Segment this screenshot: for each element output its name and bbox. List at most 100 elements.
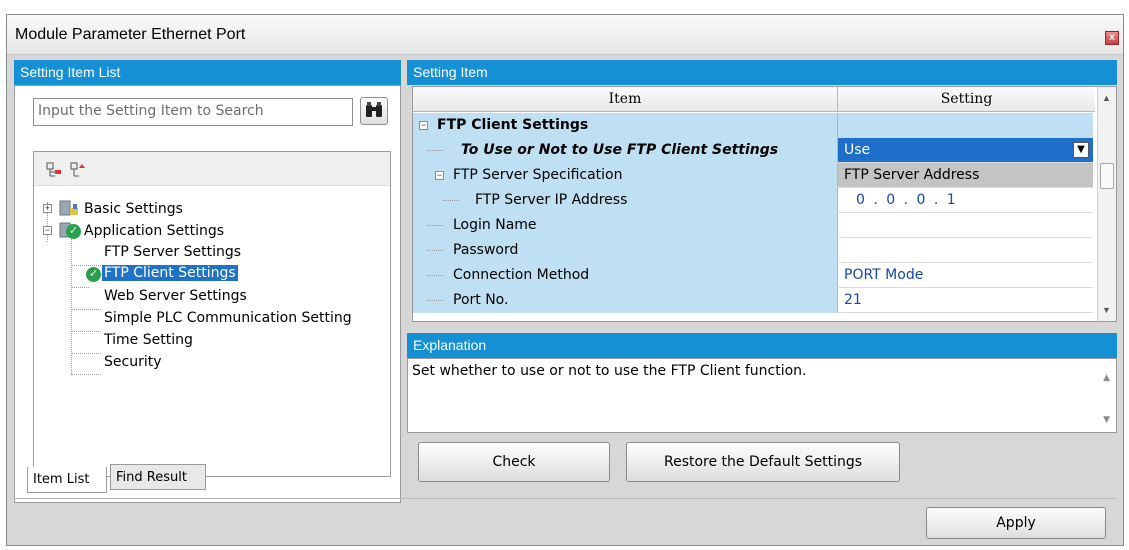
column-header-setting: Setting (837, 87, 1095, 112)
table-row[interactable]: Login Name (413, 213, 1101, 238)
table-row[interactable]: Port No. 21 (413, 288, 1101, 313)
dropdown-value: Use (844, 142, 871, 158)
scroll-down-icon[interactable]: ▼ (1102, 305, 1111, 315)
table-row[interactable]: FTP Server IP Address 0 . 0 . 0 . 1 (413, 188, 1101, 213)
explanation-text: Set whether to use or not to use the FTP… (412, 363, 807, 379)
tree-line (427, 300, 443, 301)
tree-line (71, 353, 101, 354)
grid-scrollbar[interactable]: ▲ ▼ (1097, 87, 1116, 321)
restore-default-button[interactable]: Restore the Default Settings (626, 442, 900, 482)
apply-button-label: Apply (996, 515, 1036, 531)
setting-cell[interactable]: FTP Server Address (837, 163, 1093, 188)
item-cell: − FTP Server Specification (413, 163, 837, 188)
item-cell: − FTP Client Settings (413, 113, 837, 138)
scroll-thumb[interactable] (1100, 163, 1114, 189)
tree-item-web-server-settings[interactable]: Web Server Settings (104, 288, 247, 304)
tree-item-simple-plc-communication[interactable]: Simple PLC Communication Setting (104, 310, 352, 326)
table-row[interactable]: Password (413, 238, 1101, 263)
item-label: FTP Server IP Address (475, 192, 628, 208)
module-icon (59, 200, 78, 216)
tree-line (71, 309, 101, 310)
collapse-all-icon[interactable] (70, 162, 86, 178)
binoculars-icon (366, 102, 382, 117)
tree-line (71, 374, 101, 375)
explanation-box: Set whether to use or not to use the FTP… (407, 358, 1117, 433)
item-cell: Login Name (413, 213, 837, 238)
search-input[interactable]: Input the Setting Item to Search (33, 98, 353, 126)
setting-item-title: Setting Item (413, 64, 488, 80)
expand-all-icon[interactable] (46, 162, 62, 178)
setting-cell[interactable] (837, 213, 1093, 238)
title-bar: Module Parameter Ethernet Port x (7, 15, 1123, 55)
column-item-label: Item (608, 91, 642, 107)
setting-cell[interactable]: 0 . 0 . 0 . 1 (837, 188, 1093, 213)
tree-line (427, 250, 443, 251)
tree-item-ftp-client-settings[interactable]: FTP Client Settings (102, 265, 238, 281)
check-button-label: Check (492, 454, 536, 470)
tree-item-security[interactable]: Security (104, 354, 162, 370)
use-dropdown[interactable]: Use ▼ (837, 138, 1093, 163)
item-cell: Password (413, 238, 837, 263)
setting-grid: Item Setting − FTP Client Settings To Us… (412, 86, 1117, 322)
check-icon: ✓ (66, 224, 81, 239)
setting-item-header: Setting Item (407, 60, 1117, 85)
tree-line (427, 150, 443, 151)
tree-line (427, 225, 443, 226)
tab-find-result-label: Find Result (116, 470, 187, 485)
tree-line (427, 275, 443, 276)
tree-line (443, 200, 459, 201)
tree-item-time-setting[interactable]: Time Setting (104, 332, 193, 348)
collapse-toggle-icon[interactable]: − (419, 121, 428, 130)
collapse-toggle-icon[interactable]: − (43, 226, 52, 235)
tree-line (71, 265, 101, 266)
item-label: FTP Server Specification (453, 167, 623, 183)
item-label: Login Name (453, 217, 537, 233)
column-header-item: Item (413, 87, 837, 112)
dropdown-arrow-icon[interactable]: ▼ (1073, 142, 1089, 158)
check-button[interactable]: Check (418, 442, 610, 482)
check-icon: ✓ (86, 267, 101, 282)
tab-item-list[interactable]: Item List (27, 467, 107, 493)
setting-cell[interactable]: PORT Mode (837, 263, 1093, 288)
setting-cell[interactable] (837, 238, 1093, 263)
search-placeholder: Input the Setting Item to Search (38, 103, 264, 119)
item-cell: Port No. (413, 288, 837, 313)
setting-value: PORT Mode (844, 267, 924, 283)
item-label: To Use or Not to Use FTP Client Settings (461, 142, 779, 158)
tab-item-list-label: Item List (33, 472, 90, 487)
tree-item-ftp-server-settings[interactable]: FTP Server Settings (104, 244, 241, 260)
tab-find-result[interactable]: Find Result (110, 464, 206, 490)
item-label: Port No. (453, 292, 509, 308)
setting-value: FTP Server Address (844, 167, 980, 183)
setting-value: 21 (844, 292, 862, 308)
tree-line (71, 331, 101, 332)
tree-item-basic-settings[interactable]: Basic Settings (84, 201, 183, 217)
expand-toggle-icon[interactable]: + (43, 204, 52, 213)
search-button[interactable] (360, 97, 388, 125)
close-icon[interactable]: x (1105, 31, 1119, 45)
scroll-up-icon[interactable]: ▲ (1102, 93, 1111, 103)
explanation-title: Explanation (413, 337, 487, 353)
table-row[interactable]: Connection Method PORT Mode (413, 263, 1101, 288)
tree-line (71, 287, 89, 288)
tree-item-application-settings[interactable]: Application Settings (84, 223, 224, 239)
scroll-down-icon[interactable]: ▼ (1103, 415, 1110, 425)
setting-value: 0 . 0 . 0 . 1 (856, 192, 958, 208)
collapse-toggle-icon[interactable]: − (435, 171, 444, 180)
setting-item-list-panel: Input the Setting Item to Search + Basic… (14, 85, 401, 503)
scroll-up-icon[interactable]: ▲ (1103, 373, 1110, 383)
tree-toolbar (34, 152, 390, 186)
item-label: Password (453, 242, 519, 258)
table-row[interactable]: To Use or Not to Use FTP Client Settings… (413, 138, 1101, 163)
table-row[interactable]: − FTP Server Specification FTP Server Ad… (413, 163, 1101, 188)
item-cell: To Use or Not to Use FTP Client Settings (413, 138, 837, 163)
setting-item-list-header: Setting Item List (14, 60, 401, 85)
restore-button-label: Restore the Default Settings (663, 454, 863, 470)
apply-button[interactable]: Apply (926, 507, 1106, 539)
setting-item-list-title: Setting Item List (20, 64, 121, 80)
item-cell: FTP Server IP Address (413, 188, 837, 213)
table-row[interactable]: − FTP Client Settings (413, 113, 1101, 138)
divider (14, 498, 1117, 499)
window-title: Module Parameter Ethernet Port (15, 26, 246, 43)
setting-cell[interactable]: 21 (837, 288, 1093, 313)
